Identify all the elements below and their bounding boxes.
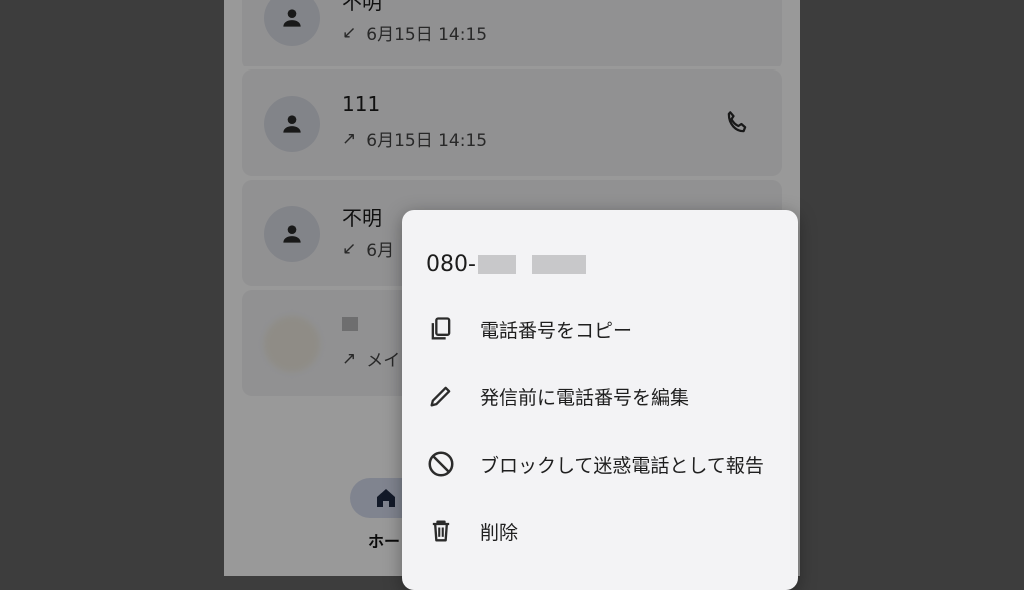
block-icon [426, 449, 456, 479]
menu-item-block-report[interactable]: ブロックして迷惑電話として報告 [402, 435, 798, 493]
phone-number: 080- [426, 252, 586, 277]
menu-item-edit-before-call[interactable]: 発信前に電話番号を編集 [402, 367, 798, 425]
menu-item-copy-number[interactable]: 電話番号をコピー [402, 300, 798, 358]
copy-icon [426, 314, 456, 344]
pencil-icon [426, 381, 456, 411]
redacted-segment [531, 255, 586, 274]
trash-icon [426, 516, 456, 546]
redacted-segment [477, 255, 516, 274]
call-context-menu: 080- 電話番号をコピー 発信前に電話番号を編集 ブロックして迷惑電話として報… [402, 210, 798, 590]
menu-item-delete[interactable]: 削除 [402, 502, 798, 560]
